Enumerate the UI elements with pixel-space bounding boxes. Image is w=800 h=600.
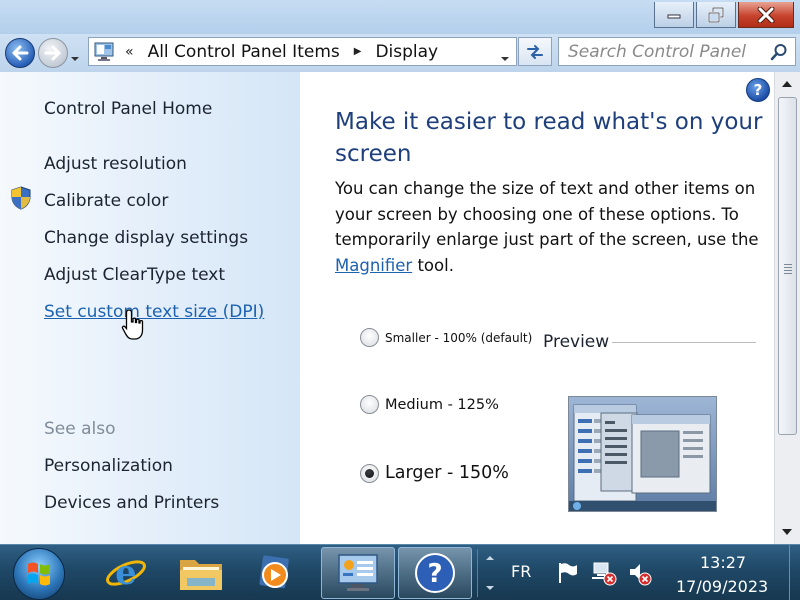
option-smaller-label[interactable]: Smaller - 100% (default) — [385, 331, 532, 345]
refresh-button[interactable] — [518, 37, 552, 66]
action-center-flag-icon[interactable] — [556, 561, 580, 585]
preview-divider — [612, 342, 756, 343]
radio-larger[interactable] — [360, 463, 379, 483]
vertical-scrollbar[interactable] — [774, 72, 800, 544]
volume-muted-icon[interactable] — [627, 560, 653, 586]
description-text-end: tool. — [412, 255, 454, 275]
control-panel-icon — [338, 554, 378, 591]
sidebar-item-calibrate-color[interactable]: Calibrate color — [44, 191, 168, 211]
radio-medium[interactable] — [360, 395, 379, 414]
back-button[interactable] — [5, 38, 35, 68]
show-hidden-icons-button[interactable] — [477, 549, 501, 597]
start-orb-icon — [28, 562, 50, 586]
help-button[interactable]: ? — [746, 78, 770, 102]
forward-button[interactable] — [38, 38, 68, 68]
chevron-down-icon — [71, 57, 79, 61]
sidebar-item-devices-and-printers[interactable]: Devices and Printers — [44, 493, 219, 513]
show-desktop-button[interactable] — [789, 545, 800, 600]
sidebar-item-change-display-settings[interactable]: Change display settings — [44, 228, 248, 248]
back-arrow-icon — [12, 45, 29, 61]
restore-icon — [707, 6, 725, 23]
scroll-down-arrow-icon[interactable] — [781, 528, 793, 536]
maximize-button[interactable] — [696, 2, 736, 28]
search-input[interactable] — [559, 38, 759, 65]
hand-cursor-icon — [121, 309, 144, 340]
sidebar-item-personalization[interactable]: Personalization — [44, 456, 173, 476]
preview-label: Preview — [543, 332, 610, 352]
taskbar: e ? FR 13:27 17/09/2023 — [0, 544, 800, 600]
option-larger-label[interactable]: Larger - 150% — [385, 463, 509, 483]
see-also-heading: See also — [44, 419, 116, 439]
network-disconnected-icon[interactable] — [591, 560, 617, 586]
scrollbar-grip — [784, 273, 792, 274]
option-medium[interactable]: Medium - 125% — [360, 395, 499, 414]
scrollbar-grip — [784, 267, 792, 268]
search-icon[interactable] — [770, 43, 788, 61]
control-panel-icon — [94, 42, 114, 61]
file-explorer-icon — [180, 560, 222, 590]
address-bar[interactable]: « All Control Panel Items ▶ Display — [88, 37, 517, 66]
taskbar-internet-explorer[interactable]: e — [95, 547, 157, 599]
internet-explorer-icon: e — [106, 553, 146, 593]
page-description: You can change the size of text and othe… — [335, 176, 765, 278]
close-icon — [757, 6, 775, 23]
main-content: ? Make it easier to read what's on your … — [300, 72, 774, 544]
close-button[interactable] — [738, 2, 794, 28]
minimize-button[interactable] — [654, 2, 694, 28]
address-dropdown[interactable] — [500, 48, 510, 67]
media-player-icon — [259, 555, 289, 589]
clock-date[interactable]: 17/09/2023 — [676, 577, 768, 596]
sidebar-item-custom-text-size[interactable]: Set custom text size (DPI) — [44, 302, 264, 322]
minimize-icon — [667, 14, 681, 18]
chevron-up-icon — [486, 556, 494, 590]
breadcrumb-overflow[interactable]: « — [125, 44, 134, 60]
radio-smaller[interactable] — [360, 328, 379, 347]
refresh-icon — [527, 44, 543, 59]
sidebar-item-adjust-cleartype[interactable]: Adjust ClearType text — [44, 265, 225, 285]
option-smaller[interactable]: Smaller - 100% (default) — [360, 328, 532, 347]
scroll-up-arrow-icon[interactable] — [781, 80, 793, 88]
svg-text:e: e — [115, 553, 137, 593]
breadcrumb-display[interactable]: Display — [375, 42, 438, 62]
taskbar-help-and-support[interactable]: ? — [398, 547, 472, 599]
language-indicator[interactable]: FR — [511, 562, 531, 581]
magnifier-link[interactable]: Magnifier — [335, 256, 412, 275]
title-bar — [0, 0, 800, 34]
search-box[interactable] — [558, 37, 796, 66]
clock-time[interactable]: 13:27 — [700, 553, 746, 572]
recent-pages-dropdown[interactable] — [70, 48, 80, 67]
option-medium-label[interactable]: Medium - 125% — [385, 397, 499, 413]
scrollbar-grip — [784, 264, 792, 265]
sidebar-item-adjust-resolution[interactable]: Adjust resolution — [44, 154, 187, 174]
chevron-down-icon — [501, 57, 509, 61]
sidebar-item-control-panel-home[interactable]: Control Panel Home — [44, 99, 212, 119]
option-larger[interactable]: Larger - 150% — [360, 463, 509, 483]
shield-icon — [11, 186, 31, 210]
preview-image — [568, 396, 717, 512]
page-title: Make it easier to read what's on your sc… — [335, 109, 763, 167]
description-text-start: You can change the size of text and othe… — [335, 179, 759, 249]
breadcrumb-separator[interactable]: ▶ — [354, 46, 362, 57]
window-controls — [654, 2, 794, 28]
forward-arrow-icon — [44, 45, 61, 61]
preview-windows-illustration — [569, 404, 716, 511]
taskbar-file-explorer[interactable] — [170, 547, 232, 599]
scrollbar-grip — [784, 270, 792, 271]
scrollbar-thumb[interactable] — [778, 97, 797, 435]
svg-text:?: ? — [427, 559, 442, 589]
start-button[interactable] — [13, 548, 65, 600]
taskbar-media-player[interactable] — [245, 547, 305, 599]
breadcrumb-all-control-panel-items[interactable]: All Control Panel Items — [148, 42, 340, 62]
taskbar-control-panel[interactable] — [321, 547, 395, 599]
help-and-support-icon: ? — [415, 553, 455, 593]
sidebar: Control Panel Home Adjust resolution Cal… — [0, 72, 300, 544]
